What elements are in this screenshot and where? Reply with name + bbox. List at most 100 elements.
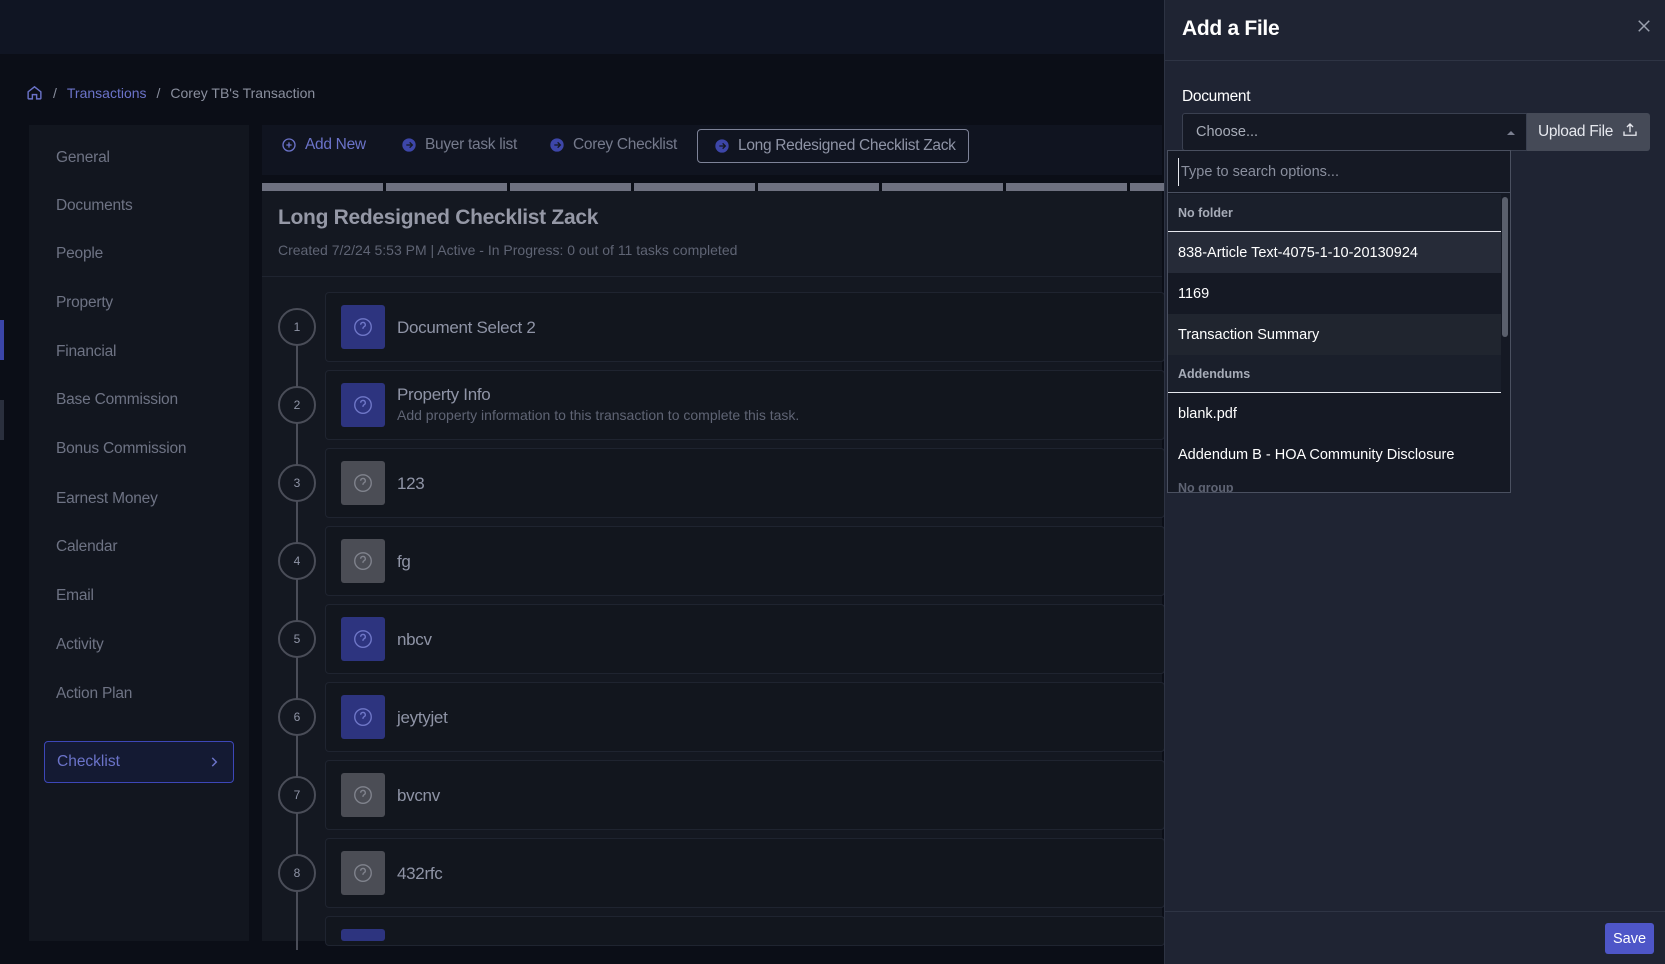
home-icon[interactable] <box>26 84 43 101</box>
sidebar-item-documents[interactable]: Documents <box>56 197 133 215</box>
sidebar-item-general[interactable]: General <box>56 149 110 167</box>
document-dropdown: No folder 838-Article Text-4075-1-10-201… <box>1167 150 1511 493</box>
step-number: 8 <box>278 854 316 892</box>
select-placeholder: Choose... <box>1196 124 1259 140</box>
drawer-title: Add a File <box>1182 17 1280 40</box>
checklist-title: Long Redesigned Checklist Zack <box>278 206 599 229</box>
breadcrumb-current: Corey TB's Transaction <box>170 84 316 101</box>
sidebar-item-activity[interactable]: Activity <box>56 636 104 654</box>
question-icon <box>341 383 385 427</box>
upload-file-button[interactable]: Upload File <box>1527 113 1650 151</box>
tab-label: Add New <box>305 136 366 153</box>
task-title: bvcnv <box>397 786 440 805</box>
sidebar-item-financial[interactable]: Financial <box>56 343 116 361</box>
tab-label: Long Redesigned Checklist Zack <box>738 137 956 154</box>
upload-icon <box>1621 121 1639 144</box>
drawer-header: Add a File <box>1165 0 1665 61</box>
task-title: Document Select 2 <box>397 318 536 337</box>
dropdown-option[interactable]: Transaction Summary <box>1168 314 1501 355</box>
caret-up-icon <box>1507 131 1515 135</box>
step-number: 2 <box>278 386 316 424</box>
breadcrumb-separator: / <box>156 84 161 101</box>
step-number: 7 <box>278 776 316 814</box>
divider <box>262 276 1162 277</box>
sidebar-item-calendar[interactable]: Calendar <box>56 538 118 556</box>
breadcrumb-transactions[interactable]: Transactions <box>67 85 147 101</box>
task-title: Property Info <box>397 385 491 404</box>
checklist-progress-bar <box>262 183 1251 191</box>
task-card[interactable] <box>325 760 1165 830</box>
step-number: 5 <box>278 620 316 658</box>
question-icon <box>341 539 385 583</box>
dropdown-options-list: No folder 838-Article Text-4075-1-10-201… <box>1168 194 1501 492</box>
sidebar-item-earnest-money[interactable]: Earnest Money <box>56 490 158 508</box>
question-icon <box>341 305 385 349</box>
plus-circle-icon <box>281 137 297 153</box>
dropdown-group-header: No folder <box>1168 194 1501 232</box>
question-icon <box>341 461 385 505</box>
dropdown-group-header: No group <box>1178 481 1234 493</box>
dropdown-option[interactable]: Addendum B - HOA Community Disclosure <box>1168 434 1501 475</box>
task-title: 123 <box>397 474 425 493</box>
progress-segment <box>262 183 383 191</box>
dropdown-option[interactable]: blank.pdf <box>1168 393 1501 434</box>
sidebar-item-checklist[interactable]: Checklist <box>44 741 234 783</box>
task-title: nbcv <box>397 630 432 649</box>
breadcrumb: / Transactions / Corey TB's Transaction <box>26 84 315 101</box>
task-card[interactable] <box>325 604 1165 674</box>
close-button[interactable] <box>1632 16 1656 40</box>
tab-long-redesigned-checklist[interactable]: Long Redesigned Checklist Zack <box>697 129 969 163</box>
question-icon <box>341 851 385 895</box>
arrow-circle-icon <box>549 137 565 153</box>
checklist-meta: Created 7/2/24 5:53 PM | Active - In Pro… <box>278 242 738 258</box>
left-edge-indicator <box>0 320 4 360</box>
sidebar-item-base-commission[interactable]: Base Commission <box>56 391 178 409</box>
dropdown-option[interactable]: 838-Article Text-4075-1-10-20130924 <box>1168 232 1501 273</box>
step-number: 3 <box>278 464 316 502</box>
step-number: 6 <box>278 698 316 736</box>
question-icon <box>341 773 385 817</box>
sidebar-item-bonus-commission[interactable]: Bonus Commission <box>56 440 187 458</box>
dropdown-option[interactable]: 1169 <box>1168 273 1501 314</box>
dropdown-group-header: Addendums <box>1168 355 1501 393</box>
task-title: 432rfc <box>397 864 443 883</box>
task-title: fg <box>397 552 411 571</box>
breadcrumb-separator: / <box>53 84 57 101</box>
sidebar-item-people[interactable]: People <box>56 245 103 263</box>
task-card[interactable] <box>325 526 1165 596</box>
task-card[interactable] <box>325 370 1165 440</box>
arrow-circle-icon <box>714 138 730 154</box>
dropdown-search <box>1168 151 1510 193</box>
task-card[interactable] <box>325 916 1165 946</box>
left-edge-indicator <box>0 400 4 440</box>
sidebar-item-label: Checklist <box>57 753 120 770</box>
arrow-circle-icon <box>401 137 417 153</box>
close-icon <box>1635 17 1653 40</box>
tab-corey-checklist[interactable]: Corey Checklist <box>549 136 677 154</box>
task-title: jeytyjet <box>397 708 448 727</box>
progress-segment <box>1006 183 1127 191</box>
save-button[interactable]: Save <box>1605 923 1654 954</box>
dropdown-search-input[interactable] <box>1178 157 1498 186</box>
upload-label: Upload File <box>1537 123 1614 140</box>
progress-segment <box>510 183 631 191</box>
question-icon <box>341 617 385 661</box>
task-subtitle: Add property information to this transac… <box>397 407 800 423</box>
task-card[interactable] <box>325 448 1165 518</box>
dropdown-scrollbar[interactable] <box>1502 197 1508 337</box>
task-card[interactable] <box>325 838 1165 908</box>
task-card[interactable] <box>325 682 1165 752</box>
progress-segment <box>882 183 1003 191</box>
drawer-footer-divider <box>1165 911 1665 912</box>
tab-add-new[interactable]: Add New <box>281 136 366 154</box>
sidebar-item-property[interactable]: Property <box>56 294 113 312</box>
progress-segment <box>634 183 755 191</box>
document-select[interactable]: Choose... <box>1182 113 1527 151</box>
tab-label: Buyer task list <box>425 136 517 153</box>
sidebar-item-action-plan[interactable]: Action Plan <box>56 685 132 703</box>
progress-segment <box>758 183 879 191</box>
progress-segment <box>386 183 507 191</box>
tab-buyer-task-list[interactable]: Buyer task list <box>401 136 517 154</box>
question-icon <box>341 929 385 941</box>
sidebar-item-email[interactable]: Email <box>56 587 94 605</box>
